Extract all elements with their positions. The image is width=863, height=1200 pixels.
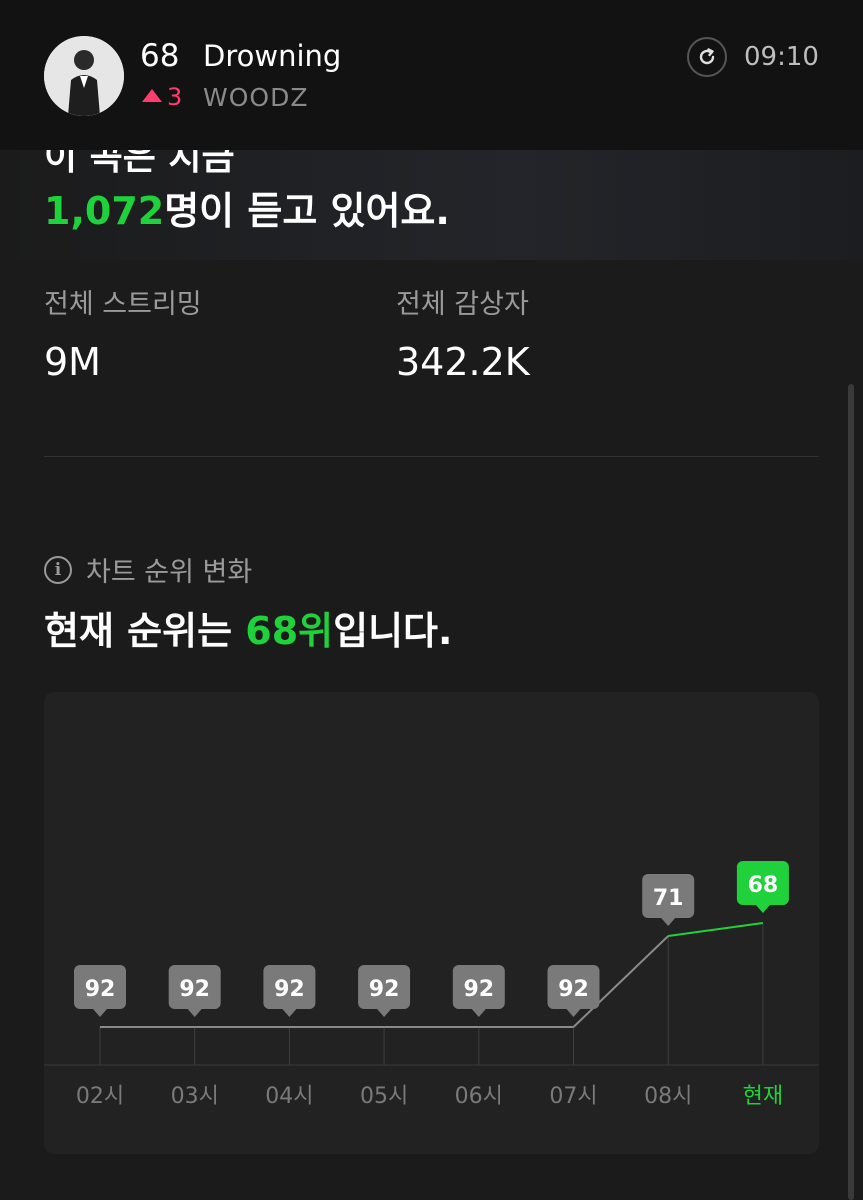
badge-pointer bbox=[187, 1009, 202, 1017]
info-icon[interactable]: i bbox=[44, 555, 72, 584]
artist-name[interactable]: WOODZ bbox=[203, 83, 308, 112]
rank-value-label: 92 bbox=[558, 977, 589, 1002]
update-time: 09:10 bbox=[744, 42, 819, 72]
headline-rank: 68위 bbox=[245, 609, 334, 653]
badge-pointer bbox=[282, 1009, 297, 1017]
total-listeners-value: 342.2K bbox=[396, 340, 530, 384]
song-header: 68 Drowning 3 WOODZ 09:10 bbox=[0, 0, 863, 150]
listeners-now: 1,072명이 듣고 있어요. bbox=[44, 180, 450, 235]
x-tick-label: 현재 bbox=[743, 1084, 783, 1109]
x-tick-label: 02시 bbox=[76, 1084, 124, 1109]
chart-section-label[interactable]: i 차트 순위 변화 bbox=[44, 550, 252, 589]
badge-pointer bbox=[566, 1009, 581, 1017]
rank-chart: 92 02시 92 03시 92 04시 92 05시 92 06시 92 07시 71 08시 68 현재 bbox=[44, 861, 819, 1109]
rank-value-label: 68 bbox=[748, 873, 779, 898]
headline-prefix: 현재 순위는 bbox=[44, 609, 246, 653]
badge-pointer bbox=[661, 918, 676, 926]
rank-value-label: 92 bbox=[179, 977, 210, 1002]
total-streaming-value: 9M bbox=[44, 340, 101, 384]
x-tick-label: 08시 bbox=[644, 1084, 692, 1109]
refresh-button[interactable] bbox=[687, 37, 727, 77]
rank-value-label: 92 bbox=[369, 977, 400, 1002]
chart-section-label-text: 차트 순위 변화 bbox=[86, 557, 253, 588]
badge-pointer bbox=[93, 1009, 107, 1017]
badge-pointer bbox=[755, 905, 770, 913]
arrow-up-icon bbox=[142, 89, 162, 102]
rank-chart-card: 92 02시 92 03시 92 04시 92 05시 92 06시 92 07시 71 08시 68 현재 bbox=[44, 692, 819, 1154]
x-tick-label: 06시 bbox=[455, 1084, 503, 1109]
current-segment bbox=[668, 922, 764, 937]
total-listeners-label: 전체 감상자 bbox=[396, 289, 529, 320]
rank-change-value: 3 bbox=[167, 83, 183, 111]
listeners-suffix: 명이 듣고 있어요. bbox=[164, 189, 450, 233]
divider bbox=[44, 456, 819, 457]
total-streaming-label: 전체 스트리밍 bbox=[44, 289, 202, 320]
headline-suffix: 입니다. bbox=[333, 609, 453, 653]
scrollbar[interactable] bbox=[848, 384, 854, 1200]
rank-value-label: 92 bbox=[85, 977, 116, 1002]
x-tick-label: 04시 bbox=[265, 1084, 313, 1109]
song-title[interactable]: Drowning bbox=[203, 39, 341, 73]
x-tick-label: 05시 bbox=[360, 1084, 408, 1109]
rank-value-label: 92 bbox=[463, 977, 494, 1002]
refresh-icon bbox=[699, 48, 715, 65]
badge-pointer bbox=[471, 1009, 486, 1017]
rank-value-label: 71 bbox=[653, 886, 684, 911]
artist-avatar[interactable] bbox=[44, 36, 124, 116]
rank-change: 3 bbox=[142, 83, 182, 111]
x-tick-label: 03시 bbox=[171, 1084, 219, 1109]
x-tick-label: 07시 bbox=[549, 1084, 597, 1109]
listeners-count: 1,072 bbox=[44, 189, 165, 233]
rank-value-label: 92 bbox=[274, 977, 305, 1002]
chart-rank: 68 bbox=[140, 38, 180, 74]
current-rank-headline: 현재 순위는 68위입니다. bbox=[44, 600, 452, 655]
badge-pointer bbox=[377, 1009, 392, 1017]
